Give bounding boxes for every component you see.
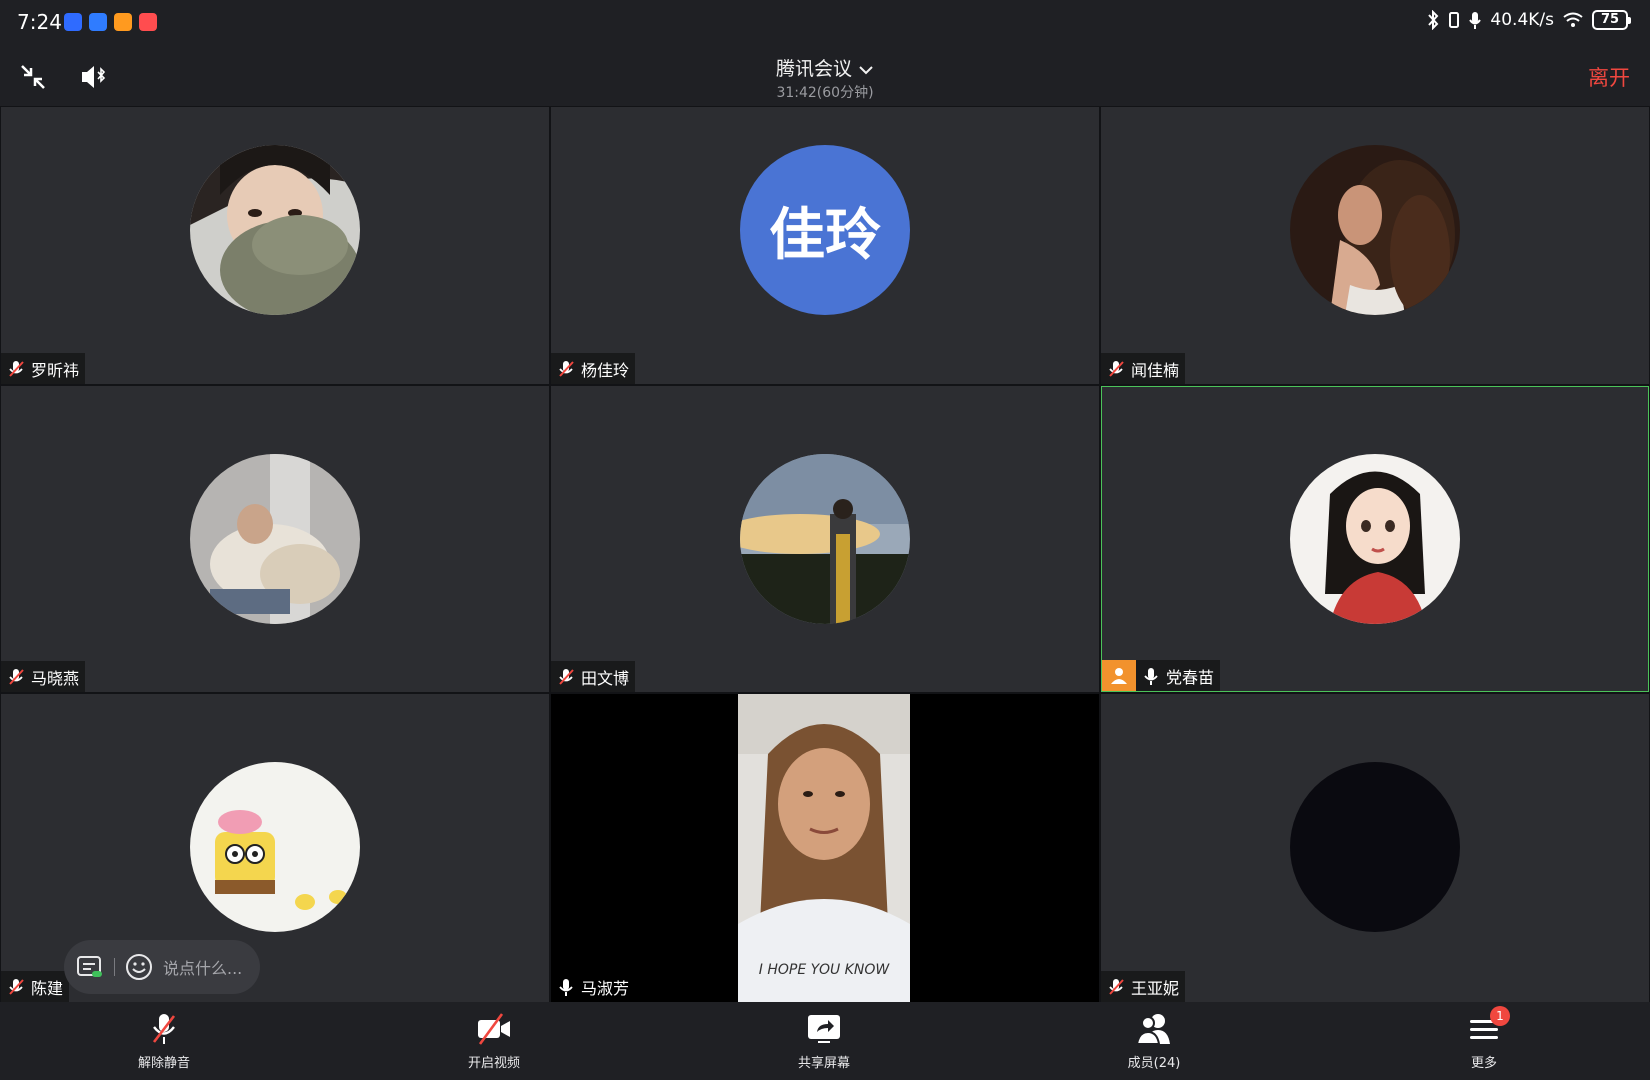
divider xyxy=(114,958,115,976)
participant-tile-video[interactable]: I HOPE YOU KNOW 马淑芳 xyxy=(551,694,1099,1002)
mic-on-icon xyxy=(1144,667,1158,685)
network-speed: 40.4K/s xyxy=(1490,10,1554,30)
members-button[interactable]: 成员(24) xyxy=(1094,1012,1214,1071)
mic-icon xyxy=(1469,12,1482,29)
participant-tile[interactable]: 罗昕祎 xyxy=(1,107,549,384)
host-badge xyxy=(1102,660,1136,691)
members-label: 成员(24) xyxy=(1127,1056,1181,1071)
meeting-title[interactable]: 腾讯会议 xyxy=(0,54,1650,81)
participant-name: 马淑芳 xyxy=(581,978,630,998)
avatar xyxy=(190,145,360,315)
share-screen-icon xyxy=(808,1015,840,1043)
participant-tile-active-speaker[interactable]: 党春苗 xyxy=(1101,386,1649,692)
status-bar: 7:24 40.4K/s 75 xyxy=(0,0,1650,46)
participant-name: 杨佳玲 xyxy=(581,360,630,380)
mic-muted-icon xyxy=(559,360,574,377)
mic-muted-icon xyxy=(1109,978,1124,995)
chat-bubble-icon[interactable] xyxy=(76,954,104,980)
start-video-button[interactable]: 开启视频 xyxy=(434,1012,554,1071)
participant-tile[interactable]: 王亚妮 xyxy=(1101,694,1649,1002)
mic-muted-icon xyxy=(559,668,574,685)
members-icon xyxy=(1135,1014,1170,1045)
wifi-icon xyxy=(1563,12,1583,27)
mic-on-icon xyxy=(559,978,573,996)
chat-placeholder: 说点什么... xyxy=(163,959,243,978)
name-tag: 马淑芳 xyxy=(551,971,635,1002)
more-button[interactable]: 1 更多 xyxy=(1424,1006,1544,1071)
participant-grid: 罗昕祎 佳玲 杨佳玲 闻佳楠 马晓燕 田文博 党春苗 陈建 I HOPE YOU… xyxy=(0,106,1650,1002)
avatar-initials: 佳玲 xyxy=(769,202,881,268)
participant-name: 罗昕祎 xyxy=(31,360,80,380)
name-tag: 陈建 xyxy=(1,971,70,1002)
participant-tile[interactable]: 田文博 xyxy=(551,386,1099,692)
participant-tile[interactable]: 闻佳楠 xyxy=(1101,107,1649,384)
name-tag: 王亚妮 xyxy=(1101,971,1186,1002)
name-tag: 杨佳玲 xyxy=(551,353,636,384)
video-shirt-text: I HOPE YOU KNOW xyxy=(758,962,890,978)
name-tag: 党春苗 xyxy=(1102,660,1221,691)
unmute-button[interactable]: 解除静音 xyxy=(104,1012,224,1071)
notification-badge: 1 xyxy=(1490,1006,1510,1026)
mic-muted-icon xyxy=(152,1014,176,1044)
participant-name: 马晓燕 xyxy=(31,668,80,688)
unmute-label: 解除静音 xyxy=(137,1056,190,1071)
name-tag: 闻佳楠 xyxy=(1101,353,1186,384)
emoji-icon[interactable] xyxy=(125,953,153,981)
name-tag: 田文博 xyxy=(551,661,636,692)
battery-indicator: 75 xyxy=(1592,10,1631,30)
share-screen-button[interactable]: 共享屏幕 xyxy=(764,1012,884,1071)
avatar: 佳玲 xyxy=(740,145,910,315)
participant-name: 田文博 xyxy=(581,668,630,688)
avatar xyxy=(1290,454,1460,624)
app-notification-icon xyxy=(114,13,132,31)
avatar xyxy=(1290,145,1460,315)
meeting-title-text: 腾讯会议 xyxy=(775,58,852,80)
mic-muted-icon xyxy=(9,978,24,995)
participant-tile[interactable]: 佳玲 杨佳玲 xyxy=(551,107,1099,384)
avatar xyxy=(190,762,360,932)
vibrate-icon xyxy=(1449,12,1460,28)
video-off-icon xyxy=(478,1013,510,1045)
meeting-toolbar: 腾讯会议 31:42(60分钟) 离开 xyxy=(0,46,1650,106)
mic-muted-icon xyxy=(9,668,24,685)
name-tag: 马晓燕 xyxy=(1,661,86,692)
chevron-down-icon xyxy=(859,65,873,74)
status-indicators: 40.4K/s 75 xyxy=(1426,10,1631,30)
participant-name: 陈建 xyxy=(31,978,64,998)
app-notification-icon xyxy=(139,13,157,31)
name-tag: 罗昕祎 xyxy=(1,353,86,384)
app-notification-icon xyxy=(64,13,82,31)
participant-name: 王亚妮 xyxy=(1131,978,1180,998)
mic-muted-icon xyxy=(1109,360,1124,377)
participant-name: 党春苗 xyxy=(1166,667,1215,687)
share-screen-label: 共享屏幕 xyxy=(797,1056,850,1071)
bottom-control-bar: 解除静音 开启视频 共享屏幕 成员(24) 1 更多 xyxy=(0,1002,1650,1080)
app-notification-icon xyxy=(89,13,107,31)
mic-muted-icon xyxy=(9,360,24,377)
avatar xyxy=(1290,762,1460,932)
start-video-label: 开启视频 xyxy=(467,1056,520,1071)
meeting-duration: 31:42(60分钟) xyxy=(776,85,874,101)
participant-name: 闻佳楠 xyxy=(1131,360,1180,380)
chat-input-pill[interactable]: 说点什么... xyxy=(64,940,260,994)
video-feed: I HOPE YOU KNOW xyxy=(738,694,910,1002)
leave-button[interactable]: 离开 xyxy=(1588,62,1630,92)
participant-tile[interactable]: 马晓燕 xyxy=(1,386,549,692)
host-icon xyxy=(1111,667,1127,684)
status-time: 7:24 xyxy=(17,10,62,34)
more-label: 更多 xyxy=(1470,1056,1497,1071)
avatar xyxy=(190,454,360,624)
notification-app-icons xyxy=(64,13,157,31)
bluetooth-icon xyxy=(1428,10,1439,30)
avatar xyxy=(740,454,910,624)
